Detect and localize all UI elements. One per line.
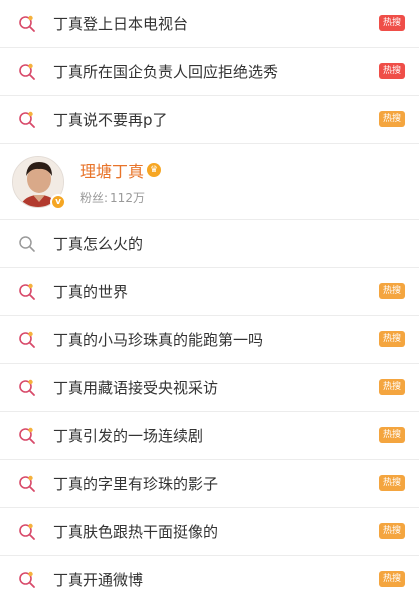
follower-count: 粉丝: 112万 bbox=[80, 189, 161, 206]
hot-badge: 热搜 bbox=[379, 379, 405, 395]
user-info: 理塘丁真 ♛ 粉丝: 112万 bbox=[80, 158, 162, 206]
search-hot-icon bbox=[18, 571, 36, 589]
hot-badge: 热搜 bbox=[379, 111, 405, 127]
followers-label: 粉丝: bbox=[80, 190, 109, 205]
search-hot-icon bbox=[18, 475, 36, 493]
suggestion-label: 丁真开通微博 bbox=[53, 571, 144, 589]
avatar-container: v bbox=[12, 155, 66, 210]
hot-badge: 热搜 bbox=[379, 15, 405, 31]
search-icon bbox=[18, 235, 36, 253]
suggestion-label: 丁真肤色跟热干面挺像的 bbox=[53, 523, 219, 541]
hot-badge: 热搜 bbox=[379, 475, 405, 491]
suggestion-row[interactable]: 丁真引发的一场连续剧 热搜 bbox=[0, 412, 419, 460]
suggestion-row[interactable]: 丁真的小马珍珠真的能跑第一吗 热搜 bbox=[0, 316, 419, 364]
hot-badge: 热搜 bbox=[379, 523, 405, 539]
suggestion-label: 丁真登上日本电视台 bbox=[53, 15, 189, 33]
suggestion-row[interactable]: 丁真开通微博 热搜 bbox=[0, 556, 419, 600]
search-hot-icon bbox=[18, 111, 36, 129]
suggestion-label: 丁真的世界 bbox=[53, 283, 129, 301]
suggestion-row[interactable]: 丁真肤色跟热干面挺像的 热搜 bbox=[0, 508, 419, 556]
suggestion-label: 丁真的字里有珍珠的影子 bbox=[53, 475, 219, 493]
user-name[interactable]: 理塘丁真 bbox=[80, 158, 144, 182]
suggestion-label: 丁真引发的一场连续剧 bbox=[53, 427, 204, 445]
suggestion-row[interactable]: 丁真用藏语接受央视采访 热搜 bbox=[0, 364, 419, 412]
suggestion-label: 丁真用藏语接受央视采访 bbox=[53, 379, 219, 397]
suggestion-label: 丁真所在国企负责人回应拒绝选秀 bbox=[53, 63, 279, 81]
suggestion-row[interactable]: 丁真说不要再p了 热搜 bbox=[0, 96, 419, 144]
suggestion-row[interactable]: 丁真的字里有珍珠的影子 热搜 bbox=[0, 460, 419, 508]
verified-icon: v bbox=[50, 193, 66, 210]
suggestion-label: 丁真的小马珍珠真的能跑第一吗 bbox=[53, 331, 264, 349]
suggestion-row[interactable]: 丁真登上日本电视台 热搜 bbox=[0, 0, 419, 48]
followers-value: 112万 bbox=[110, 190, 145, 205]
suggestion-row[interactable]: 丁真的世界 热搜 bbox=[0, 268, 419, 316]
hot-badge: 热搜 bbox=[379, 571, 405, 587]
hot-badge: 热搜 bbox=[379, 283, 405, 299]
hot-badge: 热搜 bbox=[379, 427, 405, 443]
search-hot-icon bbox=[18, 63, 36, 81]
search-hot-icon bbox=[18, 523, 36, 541]
search-hot-icon bbox=[18, 331, 36, 349]
user-result-card[interactable]: v 理塘丁真 ♛ 粉丝: 112万 bbox=[0, 144, 419, 220]
suggestion-row[interactable]: 丁真所在国企负责人回应拒绝选秀 热搜 bbox=[0, 48, 419, 96]
search-hot-icon bbox=[18, 427, 36, 445]
suggestion-label: 丁真说不要再p了 bbox=[53, 111, 168, 129]
crown-icon: ♛ bbox=[147, 162, 162, 177]
search-suggestion-list: 丁真登上日本电视台 热搜 丁真所在国企负责人回应拒绝选秀 热搜 丁真说不要再p了… bbox=[0, 0, 419, 600]
hot-badge: 热搜 bbox=[379, 331, 405, 347]
search-hot-icon bbox=[18, 379, 36, 397]
suggestion-label: 丁真怎么火的 bbox=[53, 235, 144, 253]
search-hot-icon bbox=[18, 15, 36, 33]
user-name-line: 理塘丁真 ♛ bbox=[80, 158, 162, 182]
hot-badge: 热搜 bbox=[379, 63, 405, 79]
suggestion-row[interactable]: 丁真怎么火的 bbox=[0, 220, 419, 268]
search-hot-icon bbox=[18, 283, 36, 301]
